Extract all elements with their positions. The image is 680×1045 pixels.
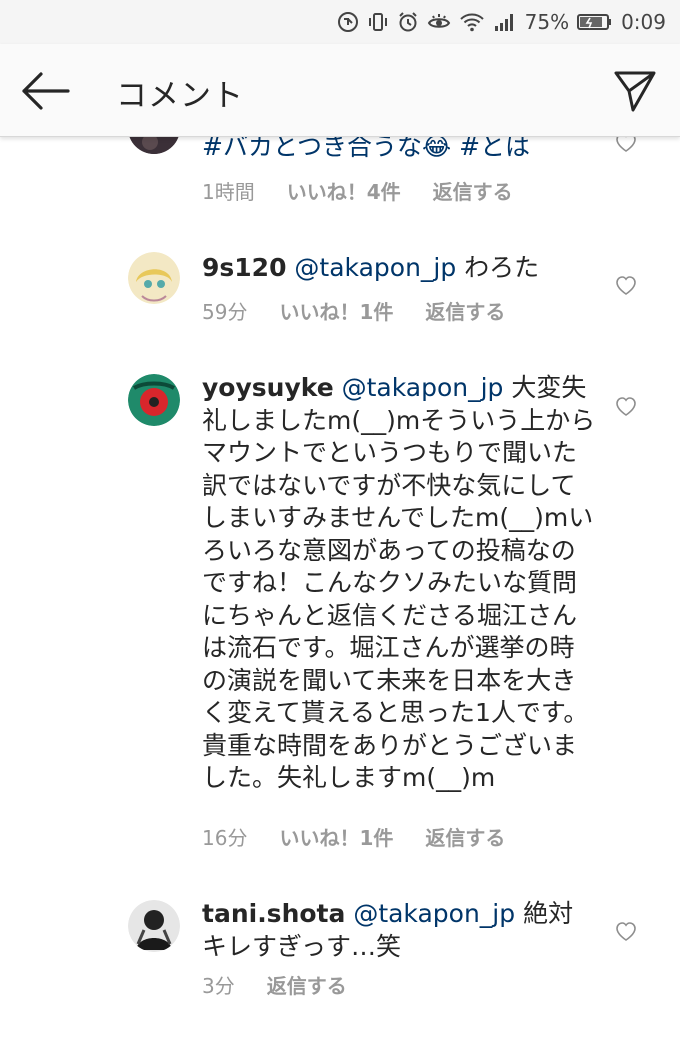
comment-text: yoysuyke @takapon_jp 大変失礼しましたm(__)mそういう上… xyxy=(202,372,597,795)
back-button[interactable] xyxy=(18,68,72,114)
alarm-icon xyxy=(397,11,419,33)
likes-count[interactable]: いいね！1件 xyxy=(279,296,393,325)
likes-count[interactable]: いいね！1件 xyxy=(279,822,393,851)
comment-text: #バカとつき合うな😂 #とは xyxy=(202,136,597,164)
comment-body: わろた xyxy=(456,253,540,282)
wifi-icon xyxy=(459,11,485,33)
reply-button[interactable]: 返信する xyxy=(433,176,513,205)
mention-link[interactable]: @takapon_jp xyxy=(294,253,456,282)
back-arrow-icon xyxy=(22,72,70,110)
mention-link[interactable]: @takapon_jp xyxy=(342,373,504,402)
vibrate-icon xyxy=(367,11,389,33)
reply-button[interactable]: 返信する xyxy=(267,970,347,999)
clock: 0:09 xyxy=(621,10,666,34)
heart-icon[interactable] xyxy=(614,395,638,417)
avatar[interactable] xyxy=(128,136,180,154)
comment-time: 3分 xyxy=(202,974,235,998)
comment-body: 大変失礼しましたm(__)mそういう上からマウントでというつもりで聞いた訳ではな… xyxy=(202,373,596,792)
battery-percent: 75% xyxy=(524,10,570,34)
comment-meta: 1時間 いいね！4件 返信する xyxy=(202,176,513,205)
avatar[interactable] xyxy=(128,900,180,952)
likes-count[interactable]: いいね！4件 xyxy=(287,176,401,205)
comment-text: 9s120 @takapon_jp わろた xyxy=(202,252,597,285)
comment-time: 1時間 xyxy=(202,180,255,204)
comment-list[interactable]: #バカとつき合うな😂 #とは 1時間 いいね！4件 返信する 9s120 @ta… xyxy=(0,136,680,1045)
mention-link[interactable]: @takapon_jp xyxy=(353,899,515,928)
comment-username[interactable]: tani.shota xyxy=(202,899,345,928)
comment-username[interactable]: yoysuyke xyxy=(202,373,334,402)
send-icon xyxy=(614,71,656,112)
reply-button[interactable]: 返信する xyxy=(425,296,505,325)
comment-username[interactable]: 9s120 xyxy=(202,253,286,282)
reply-button[interactable]: 返信する xyxy=(425,822,505,851)
signal-icon xyxy=(493,11,517,33)
heart-icon[interactable] xyxy=(614,136,638,153)
app-header: コメント xyxy=(0,44,680,137)
comment-text: tani.shota @takapon_jp 絶対キレすぎっす…笑 xyxy=(202,898,597,963)
comment-meta: 16分 いいね！1件 返信する xyxy=(202,822,505,851)
comment-meta: 3分 返信する xyxy=(202,970,347,999)
heart-icon[interactable] xyxy=(614,274,638,296)
comment-time: 59分 xyxy=(202,300,248,324)
status-icons: 75% 0:09 xyxy=(337,0,666,44)
share-button[interactable] xyxy=(612,68,658,114)
battery-charging-icon xyxy=(577,11,613,33)
hashtag-text[interactable]: #バカとつき合うな😂 #とは xyxy=(202,136,530,161)
heart-icon[interactable] xyxy=(614,920,638,942)
data-saver-icon xyxy=(337,11,359,33)
avatar[interactable] xyxy=(128,374,180,426)
comment-time: 16分 xyxy=(202,826,248,850)
page-title: コメント xyxy=(116,78,244,114)
avatar[interactable] xyxy=(128,252,180,304)
status-bar: 75% 0:09 xyxy=(0,0,680,44)
comment-meta: 59分 いいね！1件 返信する xyxy=(202,296,505,325)
eye-comfort-icon xyxy=(427,11,451,33)
